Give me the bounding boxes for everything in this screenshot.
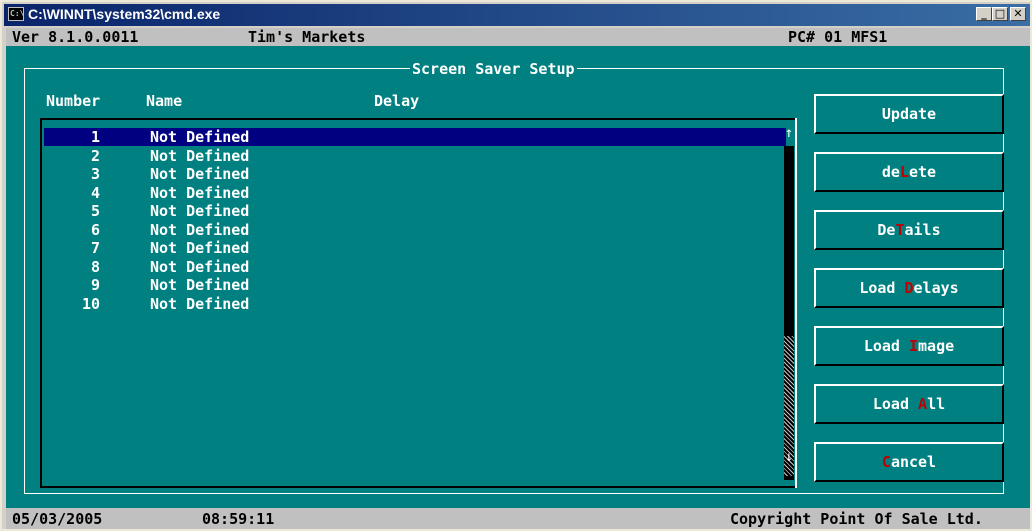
button-label-pre: Load <box>863 337 909 355</box>
button-label-post: Update <box>881 105 937 123</box>
button-label-hot: L <box>899 163 909 181</box>
button-label-hot: C <box>881 453 891 471</box>
list-item-number: 5 <box>90 202 100 220</box>
list-item[interactable]: 1 Not Defined <box>44 128 786 146</box>
button-label-post: ails <box>904 221 941 239</box>
store-name: Tim's Markets <box>248 28 366 46</box>
copyright-text: Copyright Point Of Sale Ltd. <box>730 510 983 528</box>
button-label-hot: I <box>909 337 919 355</box>
list-item-number: 8 <box>90 257 100 276</box>
list-item-number: 2 <box>90 146 100 165</box>
list-item-number: 7 <box>90 239 100 257</box>
list-item-number: 10 <box>81 294 100 313</box>
details-button[interactable]: DeTails <box>814 210 1004 250</box>
list-item[interactable]: 6 Not Defined <box>44 221 786 239</box>
close-button[interactable]: ✕ <box>1010 7 1026 21</box>
console-area: Ver 8.1.0.0011 Tim's Markets PC# 01 MFS1… <box>6 28 1030 529</box>
list-item[interactable]: 9 Not Defined <box>44 276 786 294</box>
list-item-name: Not Defined <box>150 165 250 183</box>
list-item[interactable]: 7 Not Defined <box>44 239 786 257</box>
button-label-pre: Load <box>859 279 905 297</box>
maximize-button[interactable]: □ <box>992 7 1008 21</box>
list-item[interactable]: 2 Not Defined <box>44 147 786 165</box>
button-label-pre: Load <box>872 395 919 413</box>
delete-button[interactable]: deLete <box>814 152 1004 192</box>
window-title: C:\WINNT\system32\cmd.exe <box>28 6 221 22</box>
console-window: C:\ C:\WINNT\system32\cmd.exe _ □ ✕ Ver … <box>0 0 1032 531</box>
list-item-name: Not Defined <box>150 276 250 294</box>
scroll-down-arrow-icon[interactable]: ↓ <box>782 448 796 466</box>
list-item[interactable]: 10 Not Defined <box>44 295 786 313</box>
button-label-post: ancel <box>890 453 937 471</box>
load-delays-button[interactable]: Load Delays <box>814 268 1004 308</box>
scroll-up-arrow-icon[interactable]: ↑ <box>782 124 796 142</box>
button-label-hot: D <box>904 279 914 297</box>
status-date: 05/03/2005 <box>12 510 103 528</box>
column-number: Number <box>46 92 101 110</box>
list-item-number: 4 <box>90 183 100 202</box>
list-item-name: Not Defined <box>150 183 250 202</box>
column-name: Name <box>146 92 183 110</box>
station-id: PC# 01 MFS1 <box>788 28 888 46</box>
button-label-post: mage <box>918 337 955 355</box>
list-item-name: Not Defined <box>150 146 250 165</box>
list-item-number: 3 <box>90 165 100 183</box>
title-bar[interactable]: C:\ C:\WINNT\system32\cmd.exe _ □ ✕ <box>4 4 1030 26</box>
button-label-post: ete <box>909 163 937 181</box>
version-label: Ver 8.1.0.0011 <box>12 28 139 46</box>
cmd-icon[interactable]: C:\ <box>8 7 24 21</box>
list-item[interactable]: 4 Not Defined <box>44 184 786 202</box>
button-label-pre: De <box>877 221 896 239</box>
status-time: 08:59:11 <box>202 510 275 528</box>
update-button[interactable]: Update <box>814 94 1004 134</box>
list-item-name: Not Defined <box>150 202 250 220</box>
list-item-name: Not Defined <box>150 128 250 146</box>
list-item[interactable]: 3 Not Defined <box>44 165 786 183</box>
list-item-number: 6 <box>90 220 100 239</box>
list-item[interactable]: 5 Not Defined <box>44 202 786 220</box>
list-item[interactable]: 8 Not Defined <box>44 258 786 276</box>
status-bar: 05/03/2005 08:59:11 Copyright Point Of S… <box>6 508 1030 529</box>
header-bar: Ver 8.1.0.0011 Tim's Markets PC# 01 MFS1 <box>6 28 1030 46</box>
column-delay: Delay <box>374 92 420 110</box>
load-all-button[interactable]: Load All <box>814 384 1004 424</box>
list-item-name: Not Defined <box>150 294 250 313</box>
list-item-name: Not Defined <box>150 220 250 239</box>
button-label-post: ll <box>927 395 946 413</box>
cancel-button[interactable]: Cancel <box>814 442 1004 482</box>
button-label-pre: de <box>881 163 900 181</box>
panel-title: Screen Saver Setup <box>410 60 577 78</box>
button-label-hot: A <box>918 395 928 413</box>
list-item-name: Not Defined <box>150 239 250 257</box>
button-label-post: elays <box>913 279 959 297</box>
list-border <box>795 118 797 488</box>
minimize-button[interactable]: _ <box>976 7 992 21</box>
list-item-number: 9 <box>90 276 100 294</box>
list-item-name: Not Defined <box>150 257 250 276</box>
list-item-number: 1 <box>90 128 100 146</box>
load-image-button[interactable]: Load Image <box>814 326 1004 366</box>
